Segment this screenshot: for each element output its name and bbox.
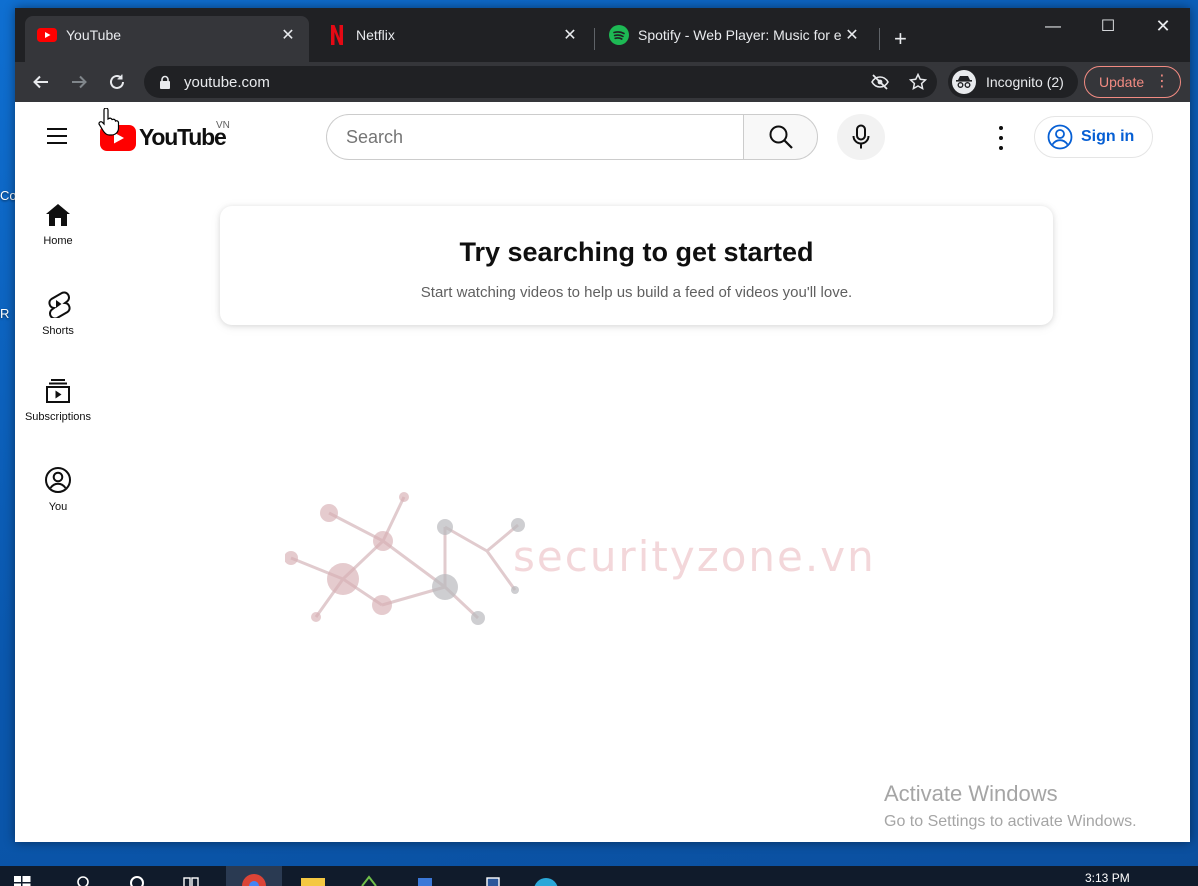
- youtube-icon: [37, 25, 57, 45]
- taskbar-clock[interactable]: 3:13 PM: [1085, 871, 1130, 885]
- activate-subtitle: Go to Settings to activate Windows.: [884, 813, 1137, 830]
- tab-netflix[interactable]: Netflix ✕: [315, 16, 591, 62]
- incognito-indicator[interactable]: Incognito (2): [948, 66, 1078, 98]
- forward-arrow-icon: [72, 75, 87, 89]
- voice-search-button[interactable]: [837, 114, 885, 160]
- incognito-icon: [952, 70, 976, 94]
- guide-label: Shorts: [42, 325, 74, 337]
- url-text: youtube.com: [184, 73, 270, 91]
- new-tab-button[interactable]: +: [894, 26, 907, 52]
- watermark-text: securityzone.vn: [513, 532, 876, 581]
- country-code: VN: [216, 120, 230, 131]
- update-label: Update: [1099, 74, 1145, 90]
- watermark-network-logo: [285, 492, 525, 625]
- empty-feed-title: Try searching to get started: [459, 237, 814, 267]
- guide-label: Subscriptions: [24, 411, 92, 423]
- tab-separator: [594, 28, 595, 50]
- tab-spotify[interactable]: Spotify - Web Player: Music for e ✕: [597, 16, 873, 62]
- window-close-button[interactable]: ✕: [1143, 16, 1183, 37]
- reload-icon: [110, 74, 124, 89]
- chrome-icon: [242, 874, 266, 886]
- search-input-container[interactable]: [326, 114, 744, 160]
- home-icon: [46, 204, 70, 226]
- browser-window: YouTube ✕ Netflix ✕ Spotify - Web Player…: [15, 8, 1190, 842]
- windows-start-icon[interactable]: [14, 874, 32, 886]
- bookmark-star-icon[interactable]: [899, 73, 937, 91]
- search-button[interactable]: [743, 114, 818, 160]
- guide-label: You: [48, 501, 68, 513]
- close-icon[interactable]: ✕: [279, 25, 297, 45]
- tab-youtube[interactable]: YouTube ✕: [25, 16, 309, 62]
- tab-title: Spotify - Web Player: Music for e: [638, 27, 842, 43]
- task-view-icon[interactable]: [182, 874, 200, 886]
- tab-title: YouTube: [66, 27, 122, 43]
- sign-in-label: Sign in: [1081, 128, 1135, 145]
- back-button[interactable]: [29, 70, 53, 94]
- netflix-icon: [327, 25, 347, 45]
- activate-title: Activate Windows: [884, 781, 1058, 806]
- empty-feed-subtitle: Start watching videos to help us build a…: [420, 284, 853, 301]
- browser-toolbar: youtube.com Incognito (2) Update ⋮: [15, 62, 1190, 102]
- youtube-wordmark: YouTube: [139, 124, 227, 150]
- you-icon: [45, 467, 71, 493]
- taskbar-chrome-active[interactable]: [226, 866, 282, 886]
- desktop-icon-label[interactable]: R: [0, 306, 9, 321]
- guide-item-you[interactable]: You: [19, 456, 97, 530]
- file-explorer-icon[interactable]: [300, 874, 326, 886]
- youtube-page: YouTube VN Sign in Home Shorts: [15, 102, 1190, 842]
- tab-title: Netflix: [356, 27, 395, 43]
- incognito-label: Incognito (2): [986, 74, 1064, 90]
- eye-off-icon[interactable]: [861, 74, 899, 90]
- app-icon[interactable]: [482, 874, 504, 886]
- subscriptions-icon: [46, 379, 70, 403]
- account-circle-icon: [1047, 124, 1073, 150]
- edge-icon[interactable]: [532, 874, 560, 886]
- cortana-icon[interactable]: [128, 874, 146, 886]
- app-icon[interactable]: [358, 874, 380, 886]
- windows-taskbar: 3:13 PM: [0, 866, 1198, 886]
- microphone-icon: [852, 124, 870, 149]
- forward-button[interactable]: [67, 70, 91, 94]
- activate-windows-notice: Activate Windows Go to Settings to activ…: [884, 781, 1137, 831]
- guide-item-shorts[interactable]: Shorts: [19, 280, 97, 354]
- tab-separator: [879, 28, 880, 50]
- reload-button[interactable]: [105, 70, 129, 94]
- settings-more-button[interactable]: [991, 126, 1011, 150]
- update-button[interactable]: Update ⋮: [1084, 66, 1181, 98]
- empty-feed-card: Try searching to get started Start watch…: [220, 206, 1053, 325]
- guide-item-subscriptions[interactable]: Subscriptions: [19, 368, 97, 442]
- address-bar[interactable]: youtube.com: [144, 66, 937, 98]
- hamburger-menu-button[interactable]: [45, 124, 71, 146]
- hand-cursor-icon: [98, 108, 120, 136]
- close-icon[interactable]: ✕: [561, 25, 579, 45]
- back-arrow-icon: [33, 75, 48, 89]
- app-icon[interactable]: [414, 874, 436, 886]
- maximize-button[interactable]: ☐: [1088, 16, 1128, 36]
- guide-label: Home: [43, 235, 73, 247]
- guide-item-home[interactable]: Home: [19, 192, 97, 266]
- minimize-button[interactable]: —: [1033, 18, 1073, 36]
- shorts-icon: [48, 291, 71, 318]
- tab-strip: YouTube ✕ Netflix ✕ Spotify - Web Player…: [15, 8, 1190, 62]
- lock-icon: [160, 75, 170, 89]
- close-icon[interactable]: ✕: [843, 25, 861, 45]
- more-vert-icon[interactable]: ⋮: [1154, 72, 1170, 92]
- search-input[interactable]: [346, 126, 744, 148]
- sign-in-button[interactable]: Sign in: [1034, 116, 1153, 158]
- search-icon[interactable]: [74, 874, 92, 886]
- search-icon: [769, 125, 793, 149]
- spotify-icon: [609, 25, 629, 45]
